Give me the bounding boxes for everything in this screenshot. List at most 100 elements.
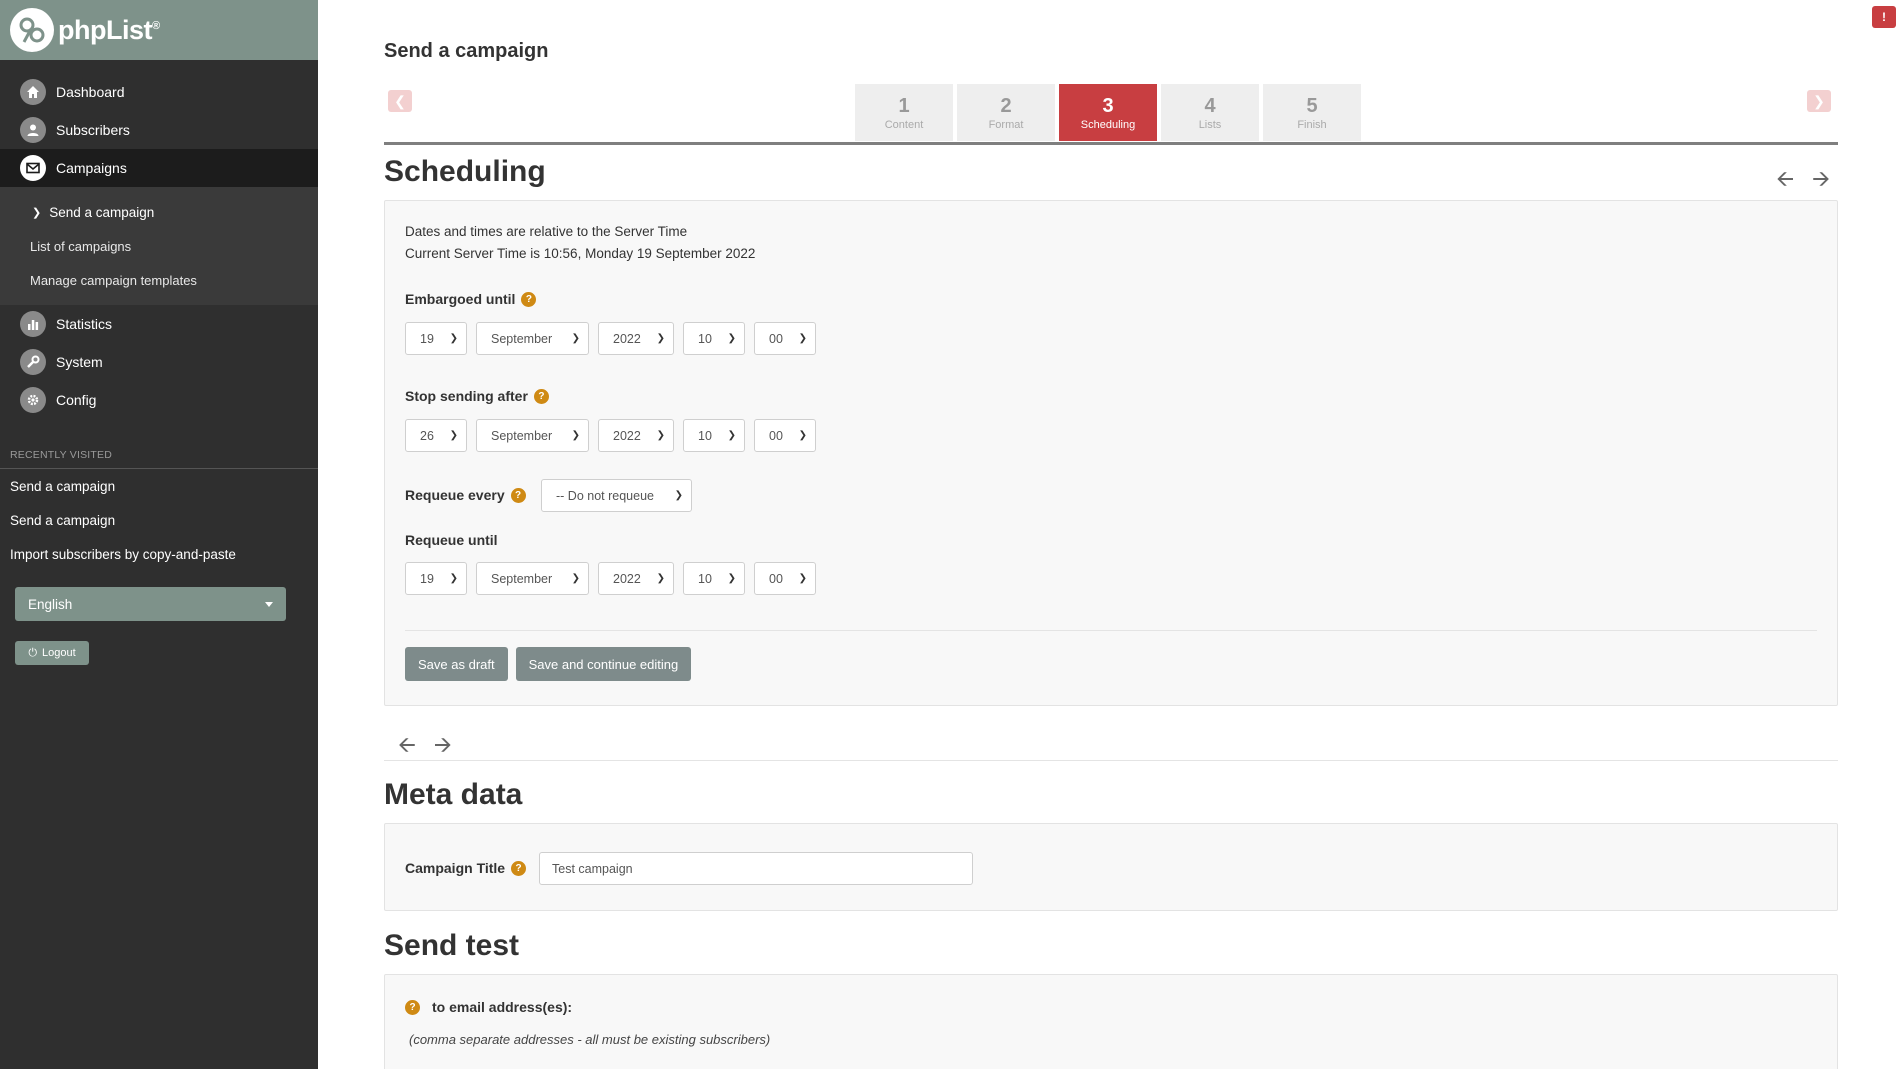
- help-icon[interactable]: ?: [533, 388, 549, 404]
- notification-icon[interactable]: !: [1872, 6, 1896, 28]
- embargo-year-select[interactable]: 2022 ❯: [598, 322, 674, 355]
- send-test-to-text: to email address(es):: [432, 999, 573, 1015]
- nav-item-statistics[interactable]: Statistics: [0, 305, 318, 343]
- campaign-title-label: Campaign Title ?: [405, 860, 527, 876]
- stop-day-select[interactable]: 26 ❯: [405, 419, 467, 452]
- select-value: 00: [769, 571, 783, 586]
- step-label: Scheduling: [1080, 118, 1136, 131]
- select-value: 10: [698, 428, 712, 443]
- send-test-to-label: ? to email address(es):: [405, 999, 572, 1015]
- meta-data-panel: Campaign Title ? Test campaign: [384, 823, 1838, 911]
- nav-label: Statistics: [56, 316, 113, 332]
- save-draft-button[interactable]: Save as draft: [405, 647, 508, 681]
- embargo-label-text: Embargoed until: [405, 291, 516, 307]
- phplist-logo-icon[interactable]: [10, 8, 54, 52]
- select-value: September: [491, 571, 553, 586]
- embargo-minute-select[interactable]: 00 ❯: [754, 322, 816, 355]
- save-continue-button[interactable]: Save and continue editing: [515, 647, 692, 681]
- nav-label: Dashboard: [56, 84, 125, 100]
- help-icon[interactable]: ?: [405, 999, 420, 1015]
- logout-button[interactable]: ⏻ Logout: [15, 641, 89, 665]
- steps-divider: [384, 142, 1838, 145]
- step-label: Format: [988, 118, 1024, 131]
- brand-name[interactable]: phpList®: [58, 15, 160, 46]
- subnav-manage-templates[interactable]: Manage campaign templates: [0, 263, 318, 297]
- chevron-right-icon: ❯: [32, 206, 42, 219]
- select-value: September: [491, 331, 553, 346]
- requeue-every-label-text: Requeue every: [405, 487, 505, 503]
- requeue-day-select[interactable]: 19 ❯: [405, 562, 467, 595]
- nav-item-campaigns[interactable]: Campaigns: [0, 149, 318, 187]
- requeue-minute-select[interactable]: 00 ❯: [754, 562, 816, 595]
- step-tab-format[interactable]: 2 Format: [957, 84, 1055, 141]
- chevron-down-icon: ❯: [571, 430, 580, 441]
- chevron-down-icon: ❯: [449, 333, 458, 344]
- user-icon: [20, 117, 46, 143]
- language-select[interactable]: English: [15, 587, 286, 621]
- requeue-every-select[interactable]: -- Do not requeue ❯: [541, 479, 692, 512]
- next-step-button[interactable]: ❯: [1807, 90, 1831, 112]
- requeue-year-select[interactable]: 2022 ❯: [598, 562, 674, 595]
- help-icon[interactable]: ?: [521, 291, 537, 307]
- chevron-down-icon: ❯: [656, 573, 665, 584]
- select-value: -- Do not requeue: [556, 488, 654, 503]
- form-divider: [405, 630, 1817, 631]
- step-tab-scheduling[interactable]: 3 Scheduling: [1059, 84, 1157, 141]
- stop-minute-select[interactable]: 00 ❯: [754, 419, 816, 452]
- nav-item-system[interactable]: System: [0, 343, 318, 381]
- requeue-until-label-text: Requeue until: [405, 532, 498, 548]
- nav-item-dashboard[interactable]: Dashboard: [0, 73, 318, 111]
- recently-visited-heading: RECENTLY VISITED: [0, 449, 318, 469]
- requeue-every-label: Requeue every ?: [405, 487, 526, 503]
- requeue-until-selects: 19 ❯ September ❯ 2022 ❯ 10 ❯ 00 ❯: [405, 562, 816, 595]
- recent-item[interactable]: Send a campaign: [0, 469, 318, 503]
- arrow-left-icon[interactable]: 🡨: [1776, 162, 1794, 200]
- stop-hour-select[interactable]: 10 ❯: [683, 419, 745, 452]
- requeue-hour-select[interactable]: 10 ❯: [683, 562, 745, 595]
- nav-item-subscribers[interactable]: Subscribers: [0, 111, 318, 149]
- step-number: 5: [1306, 94, 1318, 117]
- page-title: Send a campaign: [384, 40, 549, 62]
- recent-item[interactable]: Send a campaign: [0, 503, 318, 537]
- subnav-list-campaigns[interactable]: List of campaigns: [0, 229, 318, 263]
- send-test-panel: ? to email address(es): (comma separate …: [384, 974, 1838, 1069]
- nav-item-config[interactable]: Config: [0, 381, 318, 419]
- step-tab-finish[interactable]: 5 Finish: [1263, 84, 1361, 141]
- step-tab-lists[interactable]: 4 Lists: [1161, 84, 1259, 141]
- main-nav: Dashboard Subscribers Campaigns ❯ Send a…: [0, 73, 318, 419]
- embargo-day-select[interactable]: 19 ❯: [405, 322, 467, 355]
- requeue-until-label: Requeue until: [405, 532, 498, 548]
- step-tab-content[interactable]: 1 Content: [855, 84, 953, 141]
- select-value: 19: [420, 571, 434, 586]
- arrow-right-icon[interactable]: 🡪: [1812, 162, 1830, 200]
- help-icon[interactable]: ?: [510, 487, 526, 503]
- chevron-left-icon: ❮: [394, 92, 406, 109]
- embargo-hour-select[interactable]: 10 ❯: [683, 322, 745, 355]
- chevron-down-icon: ❯: [798, 333, 807, 344]
- chevron-down-icon: ❯: [727, 333, 736, 344]
- embargo-month-select[interactable]: September ❯: [476, 322, 589, 355]
- stop-year-select[interactable]: 2022 ❯: [598, 419, 674, 452]
- nav-label: Campaigns: [56, 160, 127, 176]
- stop-date-selects: 26 ❯ September ❯ 2022 ❯ 10 ❯ 00 ❯: [405, 419, 816, 452]
- chevron-down-icon: ❯: [656, 430, 665, 441]
- stop-month-select[interactable]: September ❯: [476, 419, 589, 452]
- select-value: September: [491, 428, 553, 443]
- recent-item[interactable]: Import subscribers by copy-and-paste: [0, 537, 318, 571]
- chevron-down-icon: ❯: [727, 573, 736, 584]
- section-nav-arrows: 🡨 🡪: [1776, 162, 1830, 200]
- select-value: 2022: [613, 331, 641, 346]
- logout-label: Logout: [42, 647, 76, 659]
- bar-chart-icon: [20, 311, 46, 337]
- info-line: Current Server Time is 10:56, Monday 19 …: [405, 246, 756, 261]
- chevron-down-icon: ❯: [798, 430, 807, 441]
- subnav-send-campaign[interactable]: ❯ Send a campaign: [0, 195, 318, 229]
- chevron-down-icon: ❯: [571, 573, 580, 584]
- help-icon[interactable]: ?: [511, 860, 527, 876]
- prev-step-button[interactable]: ❮: [388, 90, 412, 112]
- step-number: 3: [1102, 94, 1114, 117]
- select-value: 2022: [613, 571, 641, 586]
- requeue-month-select[interactable]: September ❯: [476, 562, 589, 595]
- campaign-title-input[interactable]: Test campaign: [539, 852, 973, 885]
- chevron-down-icon: ❯: [674, 490, 683, 501]
